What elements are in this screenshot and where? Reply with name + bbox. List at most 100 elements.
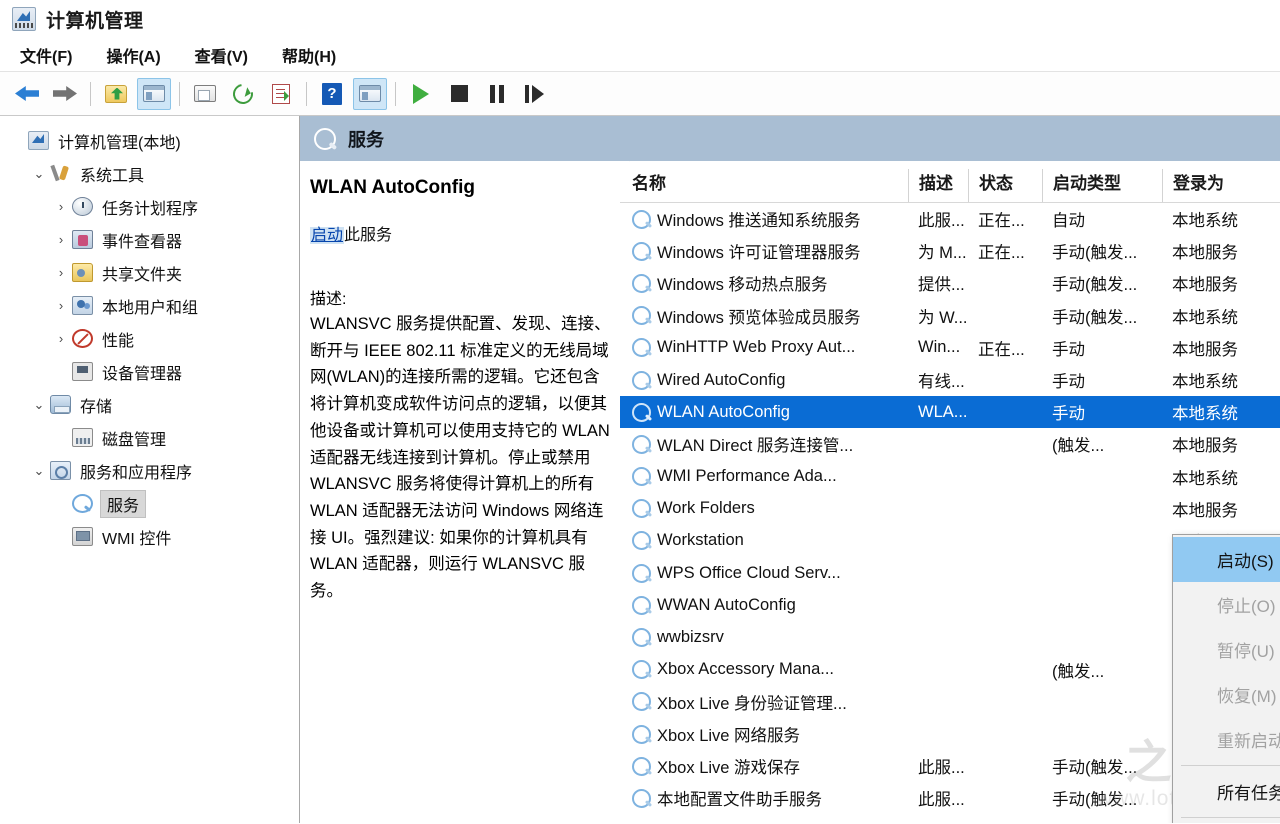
refresh-button[interactable] — [226, 78, 260, 110]
pause-icon — [489, 85, 505, 103]
stop-service-button[interactable] — [442, 78, 476, 110]
cell-logon: 本地服务 — [1162, 239, 1272, 263]
context-menu-start[interactable]: 启动(S) — [1173, 537, 1280, 582]
toolbar-separator-4 — [395, 82, 396, 106]
table-row[interactable]: WLAN Direct 服务连接管...(触发...本地服务 — [620, 428, 1280, 460]
table-row[interactable]: Windows 预览体验成员服务为 W...手动(触发...本地系统 — [620, 300, 1280, 332]
tree-item-label: 设备管理器 — [100, 359, 184, 385]
services-app-icon — [50, 461, 71, 480]
menu-item-label: 暂停(U) — [1217, 637, 1275, 662]
menu-item-label: 所有任务(K) — [1217, 779, 1280, 804]
table-row[interactable]: Wired AutoConfig有线...手动本地系统 — [620, 364, 1280, 396]
table-row[interactable]: Windows 许可证管理器服务为 M...正在...手动(触发...本地服务 — [620, 235, 1280, 267]
chevron-right-icon[interactable]: › — [50, 298, 72, 313]
menu-help[interactable]: 帮助(H) — [278, 41, 340, 69]
chevron-down-icon[interactable]: ⌄ — [28, 463, 50, 479]
refresh-icon — [229, 80, 257, 108]
menu-file[interactable]: 文件(F) — [16, 41, 76, 69]
menu-view[interactable]: 查看(V) — [191, 41, 252, 69]
menu-action[interactable]: 操作(A) — [102, 41, 164, 69]
tree-item-system-tools[interactable]: ⌄ 系统工具 — [0, 157, 299, 190]
table-row[interactable]: WLAN AutoConfigWLA...手动本地系统 — [620, 396, 1280, 428]
up-one-level-button[interactable] — [99, 78, 133, 110]
context-menu-pause: 暂停(U) — [1173, 627, 1280, 672]
tree-item-wmi-control[interactable]: WMI 控件 — [0, 520, 299, 553]
tree-item-services[interactable]: 服务 — [0, 487, 299, 520]
service-name-label: Xbox Live 身份验证管理... — [657, 690, 847, 714]
cell-name: Windows 预览体验成员服务 — [632, 304, 908, 328]
service-gear-icon — [632, 789, 651, 808]
tree-item-services-and-apps[interactable]: ⌄服务和应用程序 — [0, 454, 299, 487]
cell-desc: 为 W... — [908, 304, 968, 328]
tree-item-shared-folders[interactable]: ›共享文件夹 — [0, 256, 299, 289]
start-service-link[interactable]: 启动 — [310, 227, 344, 244]
service-gear-icon — [632, 564, 651, 583]
title-bar: 计算机管理 — [0, 0, 1280, 38]
service-gear-icon — [632, 338, 651, 357]
chevron-right-icon[interactable]: › — [50, 199, 72, 214]
back-button[interactable] — [10, 78, 44, 110]
toolbar-separator-2 — [179, 82, 180, 106]
column-header-log-on-as[interactable]: 登录为 — [1162, 169, 1272, 202]
restart-service-button[interactable] — [518, 78, 552, 110]
context-menu-all-tasks[interactable]: 所有任务(K)› — [1173, 769, 1280, 814]
service-name-label: WMI Performance Ada... — [657, 467, 837, 486]
column-header-status[interactable]: 状态 — [968, 169, 1042, 202]
cell-startup: (触发... — [1042, 432, 1162, 456]
show-hide-tree-button[interactable] — [137, 78, 171, 110]
stop-icon — [451, 85, 468, 102]
column-header-name[interactable]: 名称⌃ — [632, 169, 908, 202]
cell-name: Xbox Accessory Mana... — [632, 660, 908, 679]
service-name-label: Xbox Live 网络服务 — [657, 722, 800, 746]
chevron-right-icon[interactable]: › — [50, 232, 72, 247]
help-button[interactable]: ? — [315, 78, 349, 110]
pause-service-button[interactable] — [480, 78, 514, 110]
context-menu-separator-1 — [1181, 765, 1280, 766]
forward-button[interactable] — [48, 78, 82, 110]
gear-icon — [314, 128, 336, 150]
table-row[interactable]: WMI Performance Ada...本地系统 — [620, 461, 1280, 493]
cell-startup: 手动 — [1042, 336, 1162, 360]
table-row[interactable]: Windows 移动热点服务提供...手动(触发...本地服务 — [620, 267, 1280, 299]
cell-logon: 本地系统 — [1162, 207, 1272, 231]
column-header-description[interactable]: 描述 — [908, 169, 968, 202]
tree-item-task-scheduler[interactable]: ›任务计划程序 — [0, 190, 299, 223]
service-gear-icon — [632, 435, 651, 454]
tree-item-label: 服务 — [100, 490, 146, 518]
tree-item-device-manager[interactable]: 设备管理器 — [0, 355, 299, 388]
cell-name: Windows 许可证管理器服务 — [632, 239, 908, 263]
menu-item-label: 恢复(M) — [1217, 682, 1276, 707]
cell-name: Xbox Live 网络服务 — [632, 722, 908, 746]
table-row[interactable]: WinHTTP Web Proxy Aut...Win...正在...手动本地服… — [620, 332, 1280, 364]
export-file-button[interactable] — [264, 78, 298, 110]
service-context-menu: 启动(S)停止(O)暂停(U)恢复(M)重新启动(E)所有任务(K)›刷新(F)… — [1172, 534, 1280, 823]
tree-item-local-users-groups[interactable]: ›本地用户和组 — [0, 289, 299, 322]
chevron-right-icon[interactable]: › — [50, 331, 72, 346]
tree-item-event-viewer[interactable]: ›事件查看器 — [0, 223, 299, 256]
tree-item-label: 系统工具 — [78, 161, 146, 187]
computer-icon — [28, 131, 49, 150]
table-row[interactable]: Windows 推送通知系统服务此服...正在...自动本地系统 — [620, 203, 1280, 235]
chevron-down-icon[interactable]: ⌄ — [28, 397, 50, 413]
context-menu-refresh[interactable]: 刷新(F) — [1173, 821, 1280, 823]
export-list-button[interactable] — [188, 78, 222, 110]
tree-item-performance[interactable]: ›性能 — [0, 322, 299, 355]
start-service-button[interactable] — [404, 78, 438, 110]
tree-item-computer-management[interactable]: 计算机管理(本地) — [0, 124, 299, 157]
display-button[interactable] — [353, 78, 387, 110]
users-icon — [72, 296, 93, 315]
detail-description-label: 描述: — [310, 285, 611, 309]
detail-action-suffix: 此服务 — [344, 227, 392, 244]
cell-startup: 手动(触发... — [1042, 271, 1162, 295]
cell-name: wwbizsrv — [632, 628, 908, 647]
table-row[interactable]: Work Folders本地服务 — [620, 493, 1280, 525]
tools-icon — [50, 164, 71, 183]
column-header-startup-type[interactable]: 启动类型 — [1042, 169, 1162, 202]
cell-name: WMI Performance Ada... — [632, 467, 908, 486]
tree-item-storage[interactable]: ⌄存储 — [0, 388, 299, 421]
chevron-right-icon[interactable]: › — [50, 265, 72, 280]
chevron-down-icon[interactable]: ⌄ — [28, 166, 50, 182]
toolbar-separator-1 — [90, 82, 91, 106]
tree-item-disk-management[interactable]: 磁盘管理 — [0, 421, 299, 454]
service-gear-icon — [632, 274, 651, 293]
